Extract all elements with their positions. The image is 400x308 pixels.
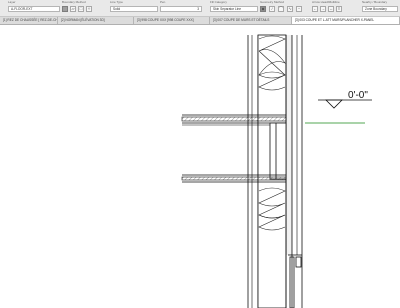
line-type-group: Line Type Solid (110, 0, 158, 16)
fill-category-select[interactable]: Skin Separator Line (210, 6, 258, 12)
tab-998-coupe[interactable]: [3] 998 COUPE XXX [998 COUPE XXX] (134, 17, 210, 24)
zone-boundary-select[interactable]: Zone Boundary (362, 6, 398, 12)
boundary-method-icon[interactable] (62, 6, 68, 12)
tab-norman[interactable]: [2] NORMAN [ÉLÉVATION 3D] (58, 17, 134, 24)
geometry-spline-icon[interactable]: ∿ (287, 6, 293, 12)
nearby-boundary-label: Nearby / Boundary (362, 0, 388, 4)
layer-select[interactable]: A-FLOOR-EXT (8, 6, 60, 12)
tab-007-coupe[interactable]: [3] 007 COUPE DE MURS ET DÉTAILS (210, 17, 292, 24)
level-marker (305, 99, 372, 124)
drawing-canvas[interactable]: 0'-0" (0, 25, 400, 308)
boundary-method-label: Boundary Method (62, 0, 86, 4)
line-type-select[interactable]: Solid (110, 6, 158, 12)
boundary-method-group: Boundary Method ▱ □ ✧ (62, 0, 104, 16)
multiline-icon[interactable]: ≡ (336, 6, 342, 12)
view-tabs: [1] REZ DE CHAUSSÉE [ REZ-DE-CHAUSSÉE ] … (0, 17, 400, 25)
fill-category-label: Fill Category (210, 0, 227, 4)
boundary-rect-icon[interactable]: □ (78, 6, 84, 12)
fill-category-group: Fill Category Skin Separator Line (210, 0, 258, 16)
geometry-curve-icon[interactable]: ~ (296, 6, 302, 12)
joist-block (269, 122, 287, 180)
pen-group: Pen 3 (160, 0, 204, 16)
layer-group: Layer A-FLOOR-EXT (8, 0, 60, 16)
arrow-both-icon[interactable]: ↔ (328, 6, 334, 12)
level-elevation-label: 0'-0" (348, 90, 368, 101)
geometry-method-group: Geometry Method ▣ / ⌒ ∿ ~ (260, 0, 308, 16)
arrow-head-group: Arrow Head/Multiline ← → ↔ ≡ (312, 0, 352, 16)
line-type-label: Line Type (110, 0, 123, 4)
geometry-chain-icon[interactable]: ▣ (260, 6, 266, 12)
section-drawing (181, 34, 372, 308)
info-toolbar: Layer A-FLOOR-EXT Boundary Method ▱ □ ✧ … (0, 0, 400, 17)
geometry-arc-icon[interactable]: ⌒ (278, 6, 284, 12)
geometry-method-label: Geometry Method (260, 0, 285, 4)
arrow-end-icon[interactable]: → (320, 6, 326, 12)
nearby-boundary-group: Nearby / Boundary Zone Boundary (362, 0, 398, 16)
boundary-polygon-icon[interactable]: ▱ (70, 6, 76, 12)
pen-label: Pen (160, 0, 166, 4)
arrow-start-icon[interactable]: ← (312, 6, 318, 12)
geometry-line-icon[interactable]: / (269, 6, 275, 12)
pen-input[interactable]: 3 (160, 6, 202, 12)
lower-frame (288, 254, 302, 308)
layer-label: Layer (8, 0, 16, 4)
boundary-magic-icon[interactable]: ✧ (86, 6, 92, 12)
tab-003-coupe-active[interactable]: [3] 003 COUPE ET L-ATT MURS/PLANCHER X-P… (292, 17, 400, 24)
tab-rez-de-chaussee[interactable]: [1] REZ DE CHAUSSÉE [ REZ-DE-CHAUSSÉE ] (0, 17, 58, 24)
arrow-head-label: Arrow Head/Multiline (312, 0, 340, 4)
